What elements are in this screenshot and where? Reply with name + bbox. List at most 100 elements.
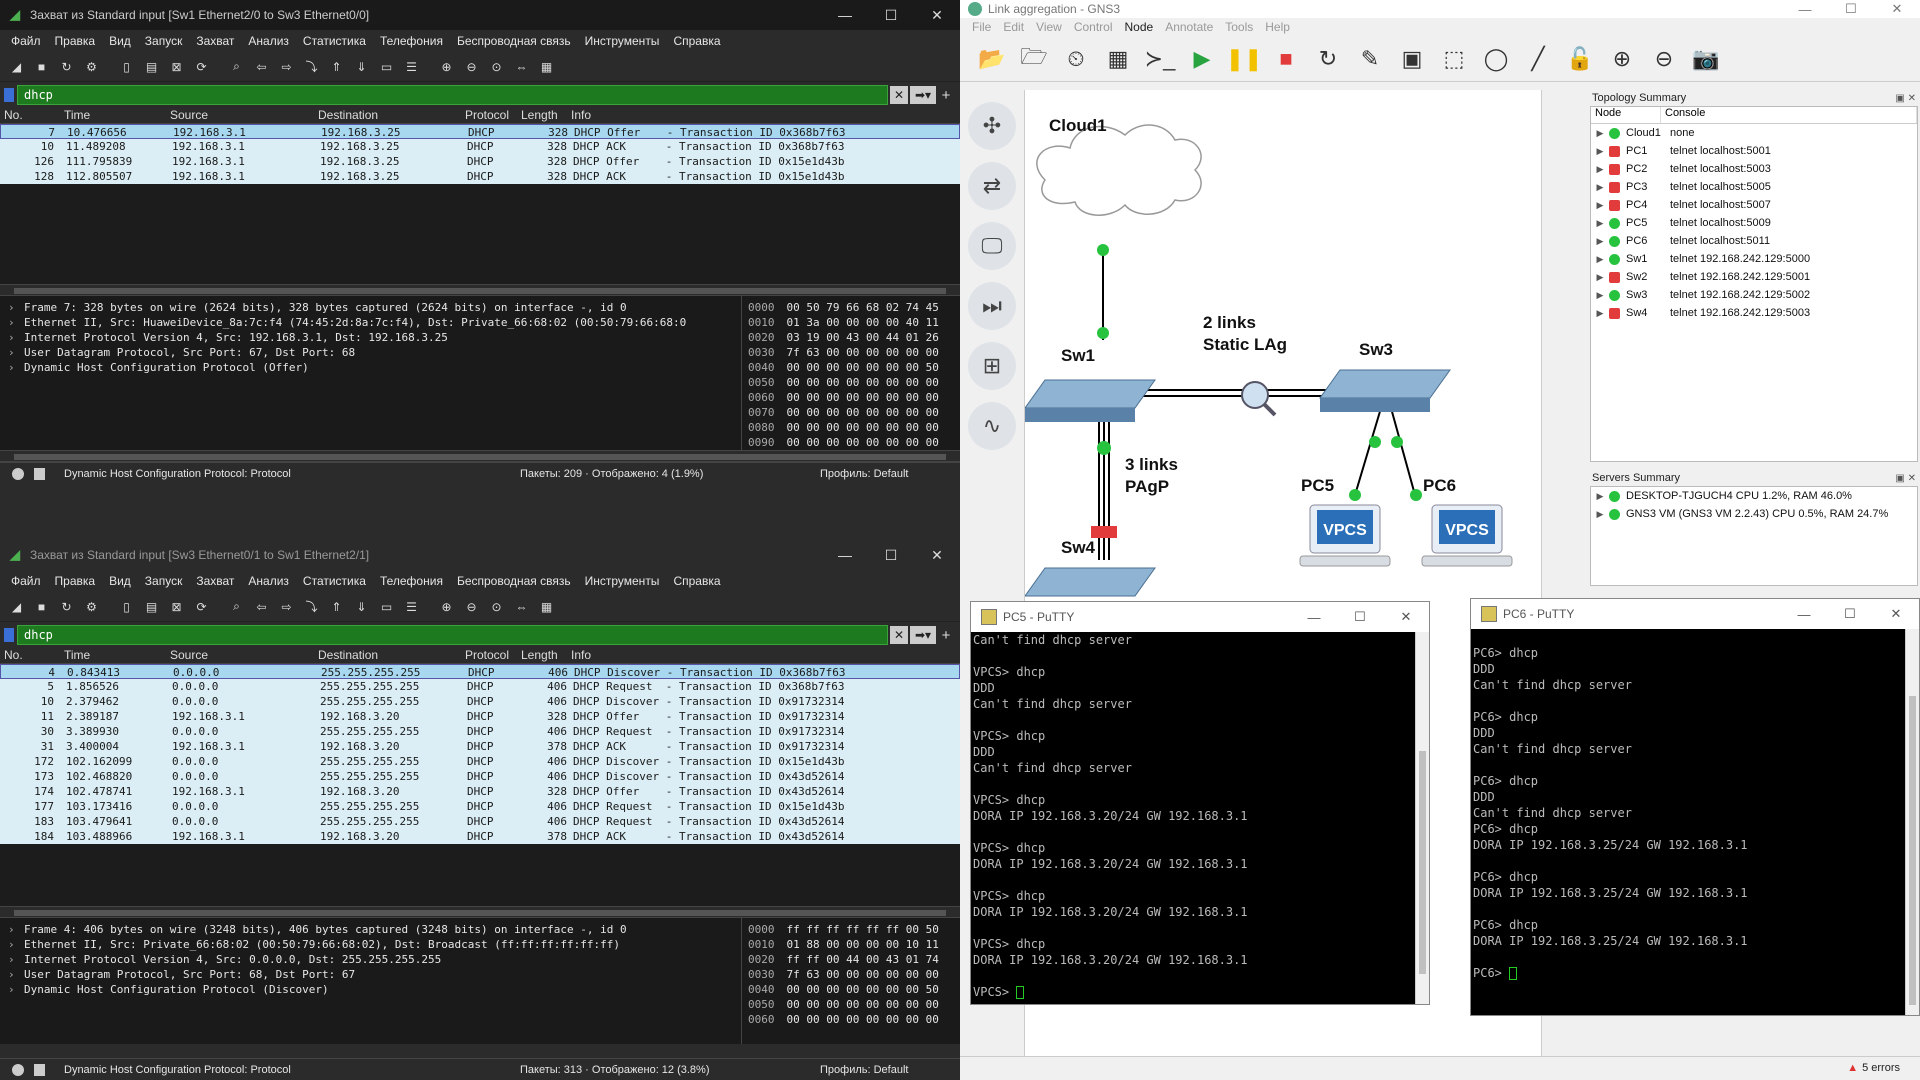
new-project-icon[interactable]: 📂 <box>976 43 1008 75</box>
clear-filter-icon[interactable]: ✕ <box>890 626 908 644</box>
bookmark-icon[interactable] <box>4 88 14 102</box>
packet-row[interactable]: 4 0.843413 0.0.0.0 255.255.255.255 DHCP 406 DH… <box>0 664 960 679</box>
gns3-menu-item[interactable]: Node <box>1119 20 1160 34</box>
expand-arrow-icon[interactable]: ▶ <box>1591 509 1609 520</box>
open-file-icon[interactable]: ▯ <box>116 56 137 77</box>
expand-arrow-icon[interactable]: › <box>8 345 24 360</box>
menu-item[interactable]: Беспроводная связь <box>450 574 578 588</box>
packet-row[interactable]: 5 1.856526 0.0.0.0 255.255.255.255 DHCP 406 DH… <box>0 679 960 694</box>
detail-tree-item[interactable]: › Dynamic Host Configuration Protocol (Di… <box>8 982 741 997</box>
reload-file-icon[interactable]: ⟳ <box>191 56 212 77</box>
resize-columns-icon[interactable]: ⇔ <box>511 596 532 617</box>
expand-arrow-icon[interactable]: › <box>8 330 24 345</box>
add-note-icon[interactable]: ✎ <box>1354 43 1386 75</box>
topology-row[interactable]: ▶ Sw1 telnet 192.168.242.129:5000 <box>1591 250 1917 268</box>
expand-arrow-icon[interactable]: › <box>8 952 24 967</box>
dock-buttons-icon[interactable]: ▣ ✕ <box>1895 93 1920 104</box>
detail-tree-item[interactable]: › User Datagram Protocol, Src Port: 67, D… <box>8 345 741 360</box>
stop-capture-icon[interactable]: ■ <box>31 596 52 617</box>
hex-bytes[interactable]: 7f 63 00 00 00 00 00 00 <box>787 968 939 981</box>
column-header[interactable]: Source <box>166 648 314 663</box>
topology-row[interactable]: ▶ PC4 telnet localhost:5007 <box>1591 196 1917 214</box>
autoscroll-icon[interactable]: ▭ <box>376 56 397 77</box>
routers-icon[interactable]: ✣ <box>968 102 1016 150</box>
expert-info-icon[interactable] <box>12 467 24 480</box>
draw-line-icon[interactable]: ╱ <box>1522 43 1554 75</box>
start-all-icon[interactable]: ▶ <box>1186 43 1218 75</box>
column-console[interactable]: Console <box>1661 107 1917 123</box>
menu-item[interactable]: Вид <box>102 34 138 48</box>
hex-bytes[interactable]: ff ff ff ff ff ff 00 50 <box>787 923 939 936</box>
draw-ellipse-icon[interactable]: ◯ <box>1480 43 1512 75</box>
save-file-icon[interactable]: ▤ <box>141 596 162 617</box>
close-button[interactable]: ✕ <box>914 7 960 24</box>
packet-row[interactable]: 184 103.488966 192.168.3.1 192.168.3.20 DHCP… <box>0 829 960 844</box>
status-profile[interactable]: Профиль: Default <box>820 468 960 480</box>
add-filter-button[interactable]: + <box>936 87 956 104</box>
gns3-menu-item[interactable]: Help <box>1259 20 1296 34</box>
go-forward-icon[interactable]: ⇨ <box>276 56 297 77</box>
close-button[interactable]: ✕ <box>1873 606 1919 622</box>
security-devices-icon[interactable]: ⏭ <box>968 282 1016 330</box>
hex-bytes[interactable]: 00 00 00 00 00 00 00 50 <box>787 983 939 996</box>
topology-row[interactable]: ▶ Cloud1 none <box>1591 124 1917 142</box>
hex-bytes[interactable]: 7f 63 00 00 00 00 00 00 <box>787 346 939 359</box>
end-devices-icon[interactable]: 🖵 <box>968 222 1016 270</box>
hex-bytes[interactable]: 00 00 00 00 00 00 00 00 <box>787 421 939 434</box>
window-titlebar[interactable]: ◢ Захват из Standard input [Sw1 Ethernet… <box>0 0 960 30</box>
putty-titlebar[interactable]: PC6 - PuTTY — ☐ ✕ <box>1471 599 1919 629</box>
hex-bytes[interactable]: 00 00 00 00 00 00 00 00 <box>787 391 939 404</box>
screenshot-icon[interactable]: 📷 <box>1690 43 1722 75</box>
expand-arrow-icon[interactable]: ▶ <box>1591 164 1609 175</box>
reload-all-icon[interactable]: ↻ <box>1312 43 1344 75</box>
display-filter-input[interactable]: dhcp <box>17 625 888 645</box>
packet-row[interactable]: 30 3.389930 0.0.0.0 255.255.255.255 DHCP 406 D… <box>0 724 960 739</box>
packet-row[interactable]: 177 103.173416 0.0.0.0 255.255.255.255 DHCP 4… <box>0 799 960 814</box>
menu-item[interactable]: Инструменты <box>578 574 667 588</box>
switches-icon[interactable]: ⇄ <box>968 162 1016 210</box>
stop-capture-icon[interactable]: ■ <box>31 56 52 77</box>
bookmark-icon[interactable] <box>4 628 14 642</box>
apply-filter-button[interactable]: ➡▾ <box>910 626 936 644</box>
zoom-in-icon[interactable]: ⊕ <box>1606 43 1638 75</box>
zoom-out-icon[interactable]: ⊖ <box>461 596 482 617</box>
close-button[interactable]: ✕ <box>1383 609 1429 625</box>
expand-arrow-icon[interactable]: ▶ <box>1591 200 1609 211</box>
static-lag-note[interactable]: 2 links Static LAg <box>1203 312 1287 356</box>
column-header[interactable]: Length <box>517 108 571 123</box>
packet-row[interactable]: 7 10.476656 192.168.3.1 192.168.3.25 DHCP 328… <box>0 124 960 139</box>
minimize-button[interactable]: — <box>1781 607 1827 622</box>
gns3-menu-item[interactable]: Tools <box>1219 20 1259 34</box>
topology-row[interactable]: ▶ Sw2 telnet 192.168.242.129:5001 <box>1591 268 1917 286</box>
gns3-menu-item[interactable]: View <box>1030 20 1068 34</box>
menu-item[interactable]: Файл <box>4 574 48 588</box>
last-packet-icon[interactable]: ⇓ <box>351 596 372 617</box>
capture-options-icon[interactable]: ⚙ <box>81 56 102 77</box>
putty-titlebar[interactable]: PC5 - PuTTY — ☐ ✕ <box>971 602 1429 632</box>
last-packet-icon[interactable]: ⇓ <box>351 56 372 77</box>
all-devices-icon[interactable]: ⊞ <box>968 342 1016 390</box>
minimize-button[interactable]: — <box>822 7 868 23</box>
capture-comment-icon[interactable] <box>34 467 45 480</box>
menu-item[interactable]: Правка <box>48 34 103 48</box>
detail-tree-item[interactable]: › Ethernet II, Src: Private_66:68:02 (00:… <box>8 937 741 952</box>
packet-row[interactable]: 126 111.795839 192.168.3.1 192.168.3.25 DHCP… <box>0 154 960 169</box>
autoscroll-icon[interactable]: ▭ <box>376 596 397 617</box>
zoom-in-icon[interactable]: ⊕ <box>436 596 457 617</box>
column-header[interactable]: Info <box>571 648 960 663</box>
detail-tree-item[interactable]: › Frame 4: 406 bytes on wire (3248 bits),… <box>8 922 741 937</box>
topology-row[interactable]: ▶ Sw3 telnet 192.168.242.129:5002 <box>1591 286 1917 304</box>
reload-file-icon[interactable]: ⟳ <box>191 596 212 617</box>
menu-item[interactable]: Вид <box>102 574 138 588</box>
layout-icon[interactable]: ▦ <box>536 56 557 77</box>
expand-arrow-icon[interactable]: › <box>8 937 24 952</box>
column-header[interactable]: Time <box>54 648 166 663</box>
restart-capture-icon[interactable]: ↻ <box>56 596 77 617</box>
packet-row[interactable]: 128 112.805507 192.168.3.1 192.168.3.25 DHCP… <box>0 169 960 184</box>
capture-comment-icon[interactable] <box>34 1063 45 1076</box>
terminal-scrollbar[interactable] <box>1905 629 1919 1015</box>
menu-item[interactable]: Анализ <box>241 34 296 48</box>
menu-item[interactable]: Захват <box>189 34 241 48</box>
expand-arrow-icon[interactable]: › <box>8 315 24 330</box>
expand-arrow-icon[interactable]: ▶ <box>1591 290 1609 301</box>
